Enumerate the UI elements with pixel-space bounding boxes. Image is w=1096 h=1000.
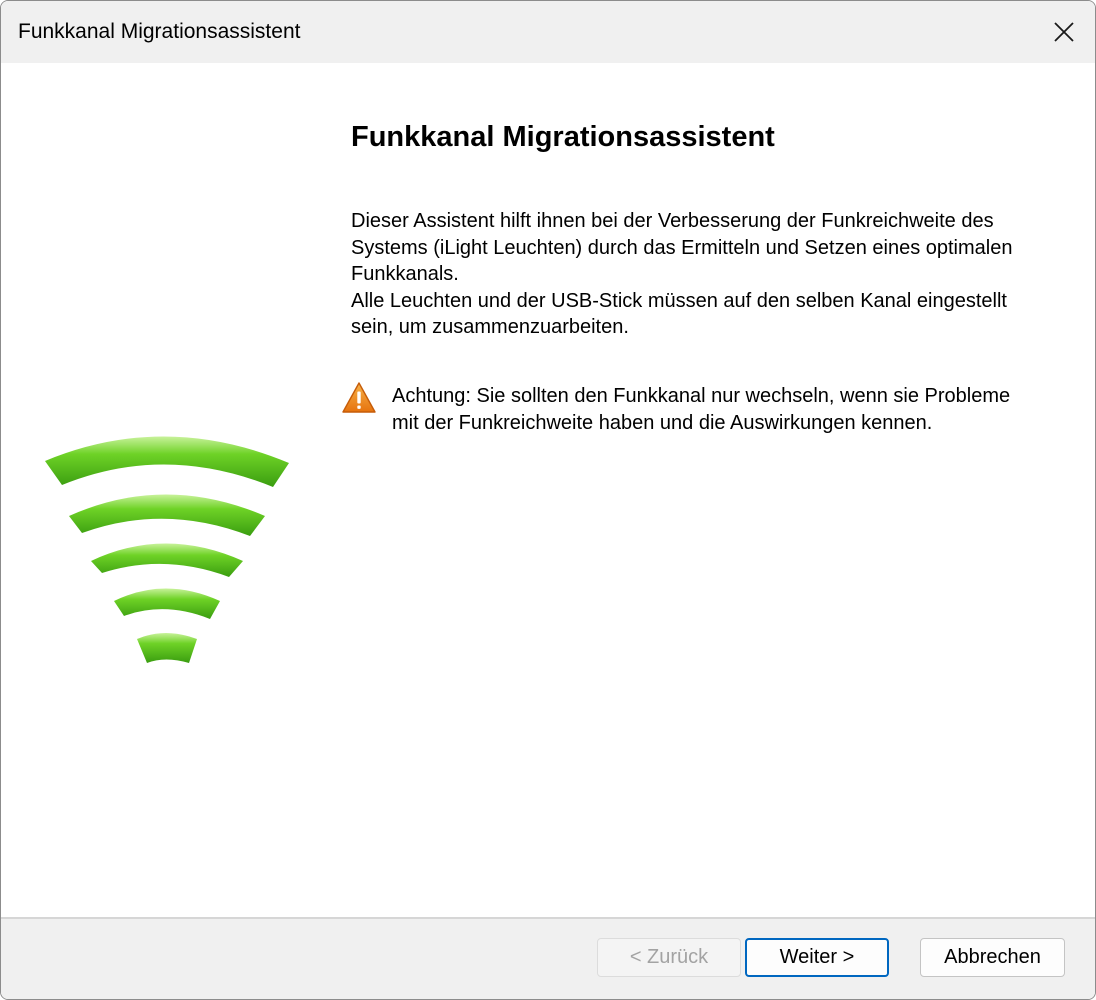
wizard-description: Dieser Assistent hilft ihnen bei der Ver…: [351, 208, 1071, 341]
close-icon: [1054, 22, 1074, 42]
title-bar: Funkkanal Migrationsassistent: [1, 1, 1095, 63]
cancel-button[interactable]: Abbrechen: [920, 938, 1065, 977]
warning-line: mit der Funkreichweite haben und die Aus…: [392, 411, 933, 434]
warning-icon: [342, 382, 376, 413]
description-line: Alle Leuchten und der USB-Stick müssen a…: [351, 289, 1007, 312]
description-line: sein, um zusammenzuarbeiten.: [351, 316, 629, 338]
description-line: Funkkanals.: [351, 263, 459, 285]
wizard-heading: Funkkanal Migrationsassistent: [351, 121, 775, 153]
description-line: Dieser Assistent hilft ihnen bei der Ver…: [351, 210, 994, 232]
close-button[interactable]: [1033, 1, 1095, 63]
wizard-window: Funkkanal Migrationsassistent Funkkanal …: [0, 0, 1096, 1000]
description-line: Systems (iLight Leuchten) durch das Ermi…: [351, 236, 1013, 259]
warning-message: Achtung: Sie sollten den Funkkanal nur w…: [392, 383, 1072, 436]
wireless-signal-icon: [45, 436, 289, 663]
window-title: Funkkanal Migrationsassistent: [18, 20, 301, 43]
back-button[interactable]: < Zurück: [597, 938, 741, 977]
wizard-content: Funkkanal Migrationsassistent Dieser Ass…: [1, 63, 1095, 917]
next-button[interactable]: Weiter >: [745, 938, 889, 977]
warning-line: Achtung: Sie sollten den Funkkanal nur w…: [392, 385, 1011, 407]
button-bar: < Zurück Weiter > Abbrechen: [1, 917, 1095, 999]
